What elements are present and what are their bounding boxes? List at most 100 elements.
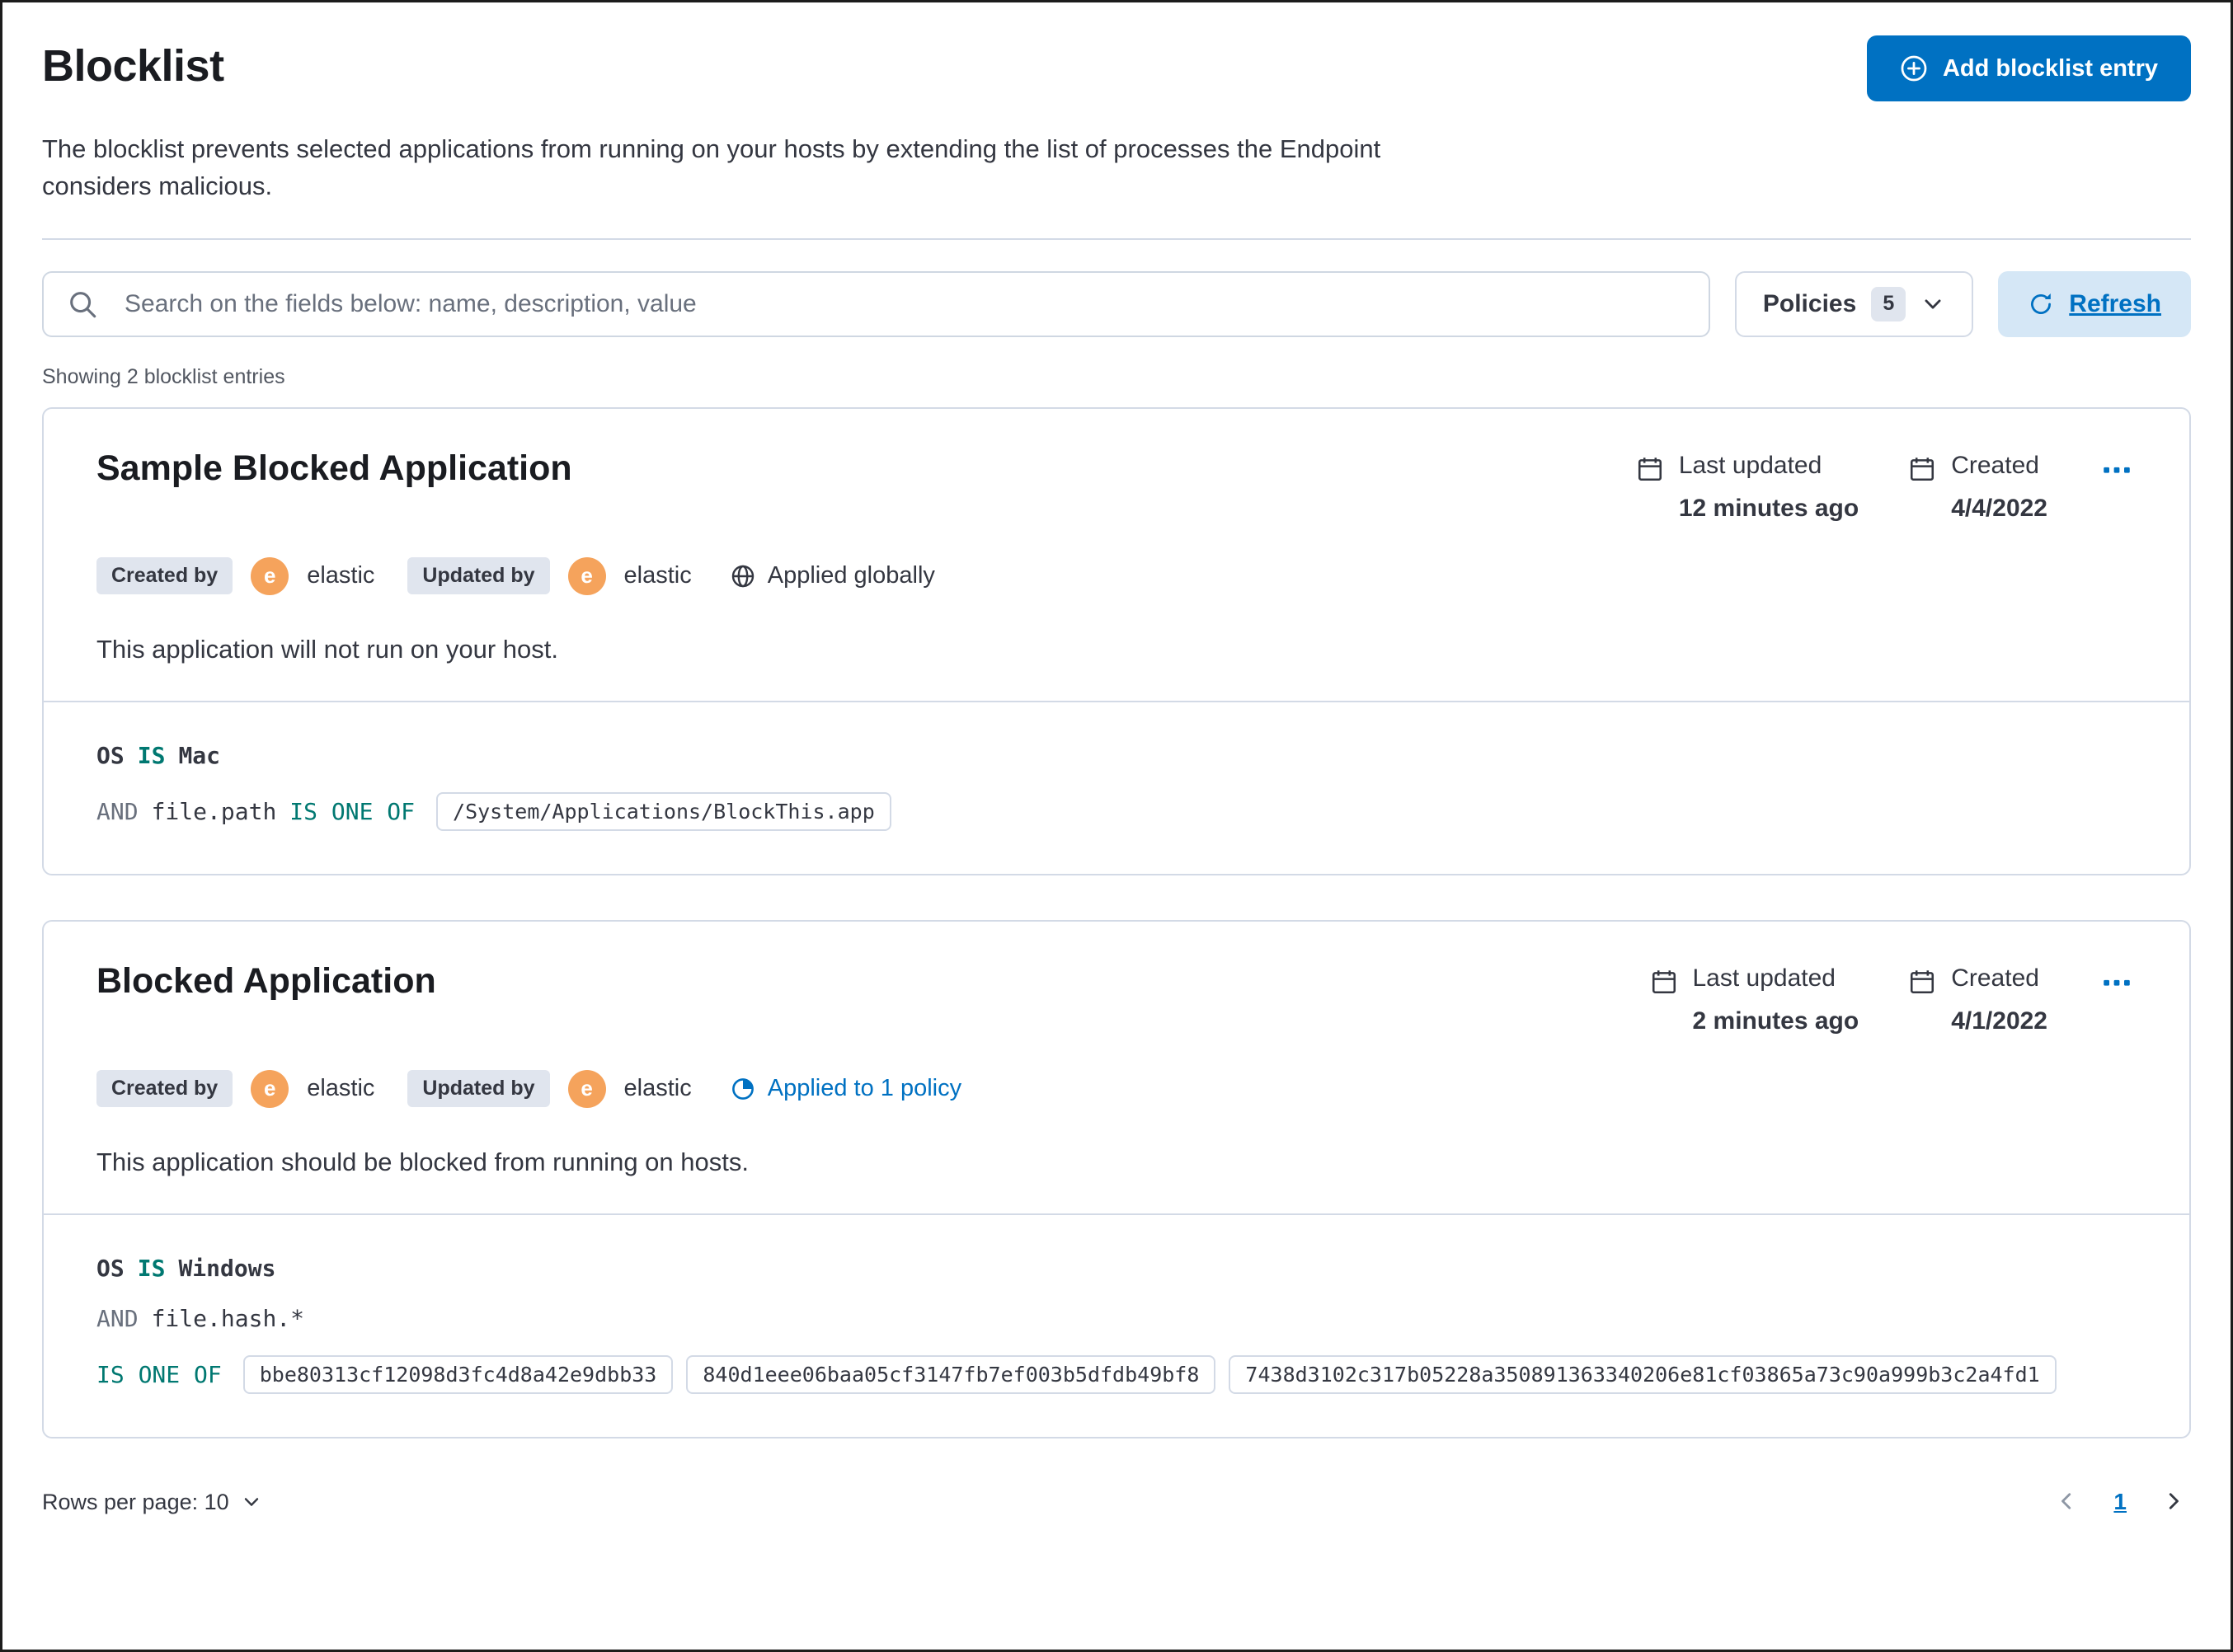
last-updated-group: Last updated 2 minutes ago (1650, 964, 1859, 1035)
criteria-line: IS ONE OF bbe80313cf12098d3fc4d8a42e9dbb… (96, 1354, 2137, 1394)
refresh-label: Refresh (2069, 289, 2161, 317)
entry-scope-policy-link[interactable]: Applied to 1 policy (730, 1075, 961, 1102)
chevron-down-icon (1920, 292, 1945, 317)
created-by-user: elastic (307, 1075, 375, 1102)
search-icon (67, 289, 98, 320)
calendar-icon (1636, 455, 1664, 483)
last-updated-value: 12 minutes ago (1678, 494, 1859, 522)
criteria-operator: IS ONE OF (289, 797, 416, 825)
avatar: e (251, 556, 289, 595)
criteria-conjunction: AND (96, 1304, 139, 1332)
plus-circle-icon (1900, 54, 1928, 82)
created-by-user: elastic (307, 562, 375, 589)
pagination-prev-button[interactable] (2049, 1484, 2084, 1521)
rows-per-page-label: Rows per page: 10 (42, 1489, 229, 1514)
criteria-value-box: /System/Applications/BlockThis.app (436, 791, 891, 831)
created-group: Created 4/1/2022 (1908, 964, 2047, 1035)
chevron-down-icon (241, 1491, 262, 1513)
updated-by-user: elastic (623, 562, 692, 589)
chevron-right-icon (2161, 1489, 2186, 1514)
avatar: e (567, 1069, 606, 1108)
page-header: Blocklist Add blocklist entry (42, 35, 2191, 101)
calendar-icon (1908, 968, 1936, 996)
created-by-badge: Created by (96, 1070, 233, 1108)
blocklist-entry-card: Sample Blocked Application Last updated … (42, 406, 2191, 875)
pagination-page-1[interactable]: 1 (2108, 1485, 2132, 1518)
created-value: 4/1/2022 (1951, 1007, 2047, 1035)
criteria-field: file.hash.* (151, 1304, 305, 1332)
criteria-value-box: 840d1eee06baa05cf3147fb7ef003b5dfdb49bf8 (686, 1354, 1216, 1394)
entry-criteria: OS IS Windows AND file.hash.* IS ONE OF … (44, 1213, 2189, 1437)
blocklist-page: Blocklist Add blocklist entry The blockl… (2, 2, 2231, 1546)
entry-attribution-row: Created by e elastic Updated by e elasti… (96, 1069, 2137, 1108)
updated-by-user: elastic (623, 1075, 692, 1102)
updated-by-badge: Updated by (407, 1070, 550, 1108)
boxes-horizontal-icon (2102, 455, 2132, 485)
applied-policy-icon (730, 1076, 756, 1102)
criteria-value: Mac (178, 741, 221, 769)
entry-title: Sample Blocked Application (96, 448, 572, 488)
entry-meta: Last updated 12 minutes ago Created 4/4/… (1636, 448, 2137, 523)
criteria-value-box: bbe80313cf12098d3fc4d8a42e9dbb33 (242, 1354, 674, 1394)
criteria-operator: IS ONE OF (96, 1360, 222, 1388)
entry-scope: Applied globally (730, 562, 935, 589)
last-updated-label: Last updated (1678, 451, 1822, 479)
last-updated-value: 2 minutes ago (1692, 1007, 1859, 1035)
blocklist-entry-card: Blocked Application Last updated 2 minut… (42, 919, 2191, 1438)
refresh-button[interactable]: Refresh (1998, 270, 2191, 337)
updated-by-badge: Updated by (407, 557, 550, 595)
add-blocklist-entry-label: Add blocklist entry (1942, 54, 2158, 82)
created-group: Created 4/4/2022 (1908, 452, 2047, 523)
criteria-operator: IS (137, 741, 166, 769)
criteria-field: OS (96, 1254, 125, 1282)
entry-description: This application should be blocked from … (96, 1147, 749, 1176)
entry-description: This application will not run on your ho… (96, 634, 559, 664)
last-updated-group: Last updated 12 minutes ago (1636, 452, 1859, 523)
boxes-horizontal-icon (2102, 968, 2132, 997)
results-count: Showing 2 blocklist entries (42, 364, 285, 388)
header-divider (42, 237, 2191, 240)
pagination: 1 (2049, 1484, 2191, 1521)
table-footer: Rows per page: 10 1 (42, 1483, 2191, 1522)
rows-per-page-button[interactable]: Rows per page: 10 (42, 1483, 262, 1522)
policies-label: Policies (1762, 289, 1857, 317)
search-box (42, 270, 1710, 337)
refresh-icon (2028, 291, 2054, 317)
avatar: e (251, 1069, 289, 1108)
criteria-conjunction: AND (96, 797, 139, 825)
criteria-line: OS IS Windows (96, 1255, 2137, 1282)
toolbar: Policies 5 Refresh (42, 270, 2191, 337)
last-updated-label: Last updated (1692, 964, 1836, 992)
avatar: e (567, 556, 606, 595)
globe-icon (730, 563, 756, 589)
criteria-operator: IS (137, 1254, 166, 1282)
criteria-line: OS IS Mac (96, 742, 2137, 769)
entry-card-main: Blocked Application Last updated 2 minut… (44, 922, 2189, 1213)
calendar-icon (1650, 968, 1678, 996)
criteria-value: Windows (178, 1254, 276, 1282)
criteria-field: OS (96, 741, 125, 769)
entry-criteria: OS IS Mac AND file.path IS ONE OF /Syste… (44, 700, 2189, 874)
entry-title: Blocked Application (96, 960, 436, 1001)
entry-actions-menu-button[interactable] (2097, 450, 2137, 492)
policies-filter-button[interactable]: Policies 5 (1734, 270, 1974, 337)
created-by-badge: Created by (96, 557, 233, 595)
entry-attribution-row: Created by e elastic Updated by e elasti… (96, 556, 2137, 595)
criteria-line: AND file.hash.* (96, 1305, 2137, 1332)
add-blocklist-entry-button[interactable]: Add blocklist entry (1866, 35, 2191, 101)
entry-card-main: Sample Blocked Application Last updated … (44, 409, 2189, 701)
chevron-left-icon (2054, 1489, 2079, 1514)
page-title: Blocklist (42, 41, 224, 91)
policies-count-badge: 5 (1871, 286, 1906, 321)
created-label: Created (1951, 964, 2039, 992)
criteria-line: AND file.path IS ONE OF /System/Applicat… (96, 791, 2137, 831)
entry-actions-menu-button[interactable] (2097, 963, 2137, 1005)
search-input[interactable] (42, 270, 1710, 337)
calendar-icon (1908, 455, 1936, 483)
created-value: 4/4/2022 (1951, 494, 2047, 522)
page-description: The blocklist prevents selected applicat… (42, 134, 1381, 200)
entry-scope-label: Applied globally (767, 562, 935, 589)
entry-scope-label: Applied to 1 policy (767, 1075, 962, 1102)
pagination-next-button[interactable] (2156, 1484, 2191, 1521)
created-label: Created (1951, 451, 2039, 479)
